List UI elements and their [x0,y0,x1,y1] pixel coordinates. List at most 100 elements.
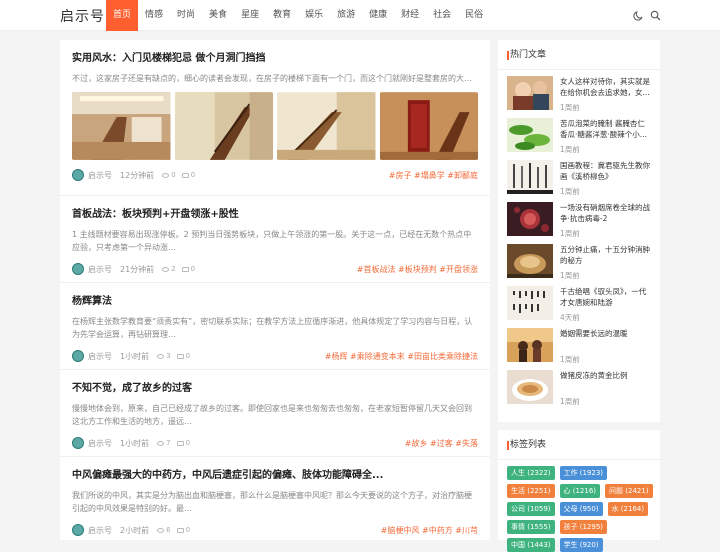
tag-link[interactable]: 公司 (1059) [507,502,555,516]
nav-item-home[interactable]: 首页 [106,0,139,31]
eye-icon [157,353,165,359]
hot-article-item[interactable]: 五分钟止痛，十五分钟消肿的秘方 1周前 [507,244,655,280]
hot-article-item[interactable]: 做猪皮冻的黄金比例 1周前 [507,370,655,406]
article-title[interactable]: 首板战法：板块预判+开盘领涨+股性 [72,208,478,222]
hot-article-item[interactable]: 国画教程：冀君驱先生教你画《溪桥柳色》 1周前 [507,160,655,196]
nav-item-folk[interactable]: 民俗 [458,0,490,31]
hot-article-time: 4天前 [560,313,580,322]
nav-item-food[interactable]: 美食 [202,0,234,31]
article-card[interactable]: 中风偏瘫最强大的中药方，中风后遗症引起的偏瘫、肢体功能障碍全... 我们所说的中… [60,457,490,540]
author-avatar [72,437,84,449]
nav-item-travel[interactable]: 旅游 [330,0,362,31]
article-tags[interactable]: #脑梗中风 #中药方 #川芎 [381,525,478,536]
article-meta: 启示号 21分钟前 2 0 #首板战法 #板块预判 #开盘领涨 [72,262,478,276]
tag-link[interactable]: 人生 (2322) [507,466,555,480]
hot-article-time: 1周前 [560,271,580,280]
site-logo[interactable]: 启示号 [60,6,105,26]
tag-link[interactable]: 父母 (950) [559,502,603,516]
article-card[interactable]: 实用风水：入门见楼梯犯忌 做个月洞门挡挡 不过，这家房子还是有缺点的，细心的读者… [60,40,490,196]
article-card[interactable]: 杨辉算法 在杨辉主张数学教育要“须责实有”，密切联系实际；在教学方法上应循序渐进… [60,283,490,370]
tag-link[interactable]: 工作 (1923) [559,466,608,480]
article-title[interactable]: 实用风水：入门见楼梯犯忌 做个月洞门挡挡 [72,52,478,66]
thumbnail-image[interactable] [174,92,274,160]
tag-link[interactable]: 水 (2164) [607,502,649,516]
hot-article-thumbnail[interactable] [507,244,553,278]
hot-article-item[interactable]: 苦瓜泡菜的腌制 酱腌杏仁香瓜·糖酱洋葱·酸辣个小... 1周前 [507,118,655,154]
nav-item-fashion[interactable]: 时尚 [170,0,202,31]
thumbnail-image[interactable] [72,92,171,160]
article-meta: 启示号 12分钟前 0 0 #房子 #塌鼻学 #卸鄙庭 [72,168,478,182]
tag-link[interactable]: 学生 (920) [559,538,603,552]
hot-article-thumbnail[interactable] [507,286,553,320]
hot-article-title[interactable]: 女人这样对待你，其实就是在给你机会去追求她，女... [560,76,652,98]
author-avatar [72,350,84,362]
article-tags[interactable]: #杨辉 #乘除通变本末 #田亩比类乘除捷法 [325,351,478,362]
hot-article-thumbnail[interactable] [507,76,553,110]
comment-icon [176,527,184,533]
search-icon[interactable] [650,10,661,21]
hot-article-item[interactable]: 婚姻需要长远的温暖 1周前 [507,328,655,364]
author-name[interactable]: 启示号 [88,438,112,449]
eye-icon [157,440,165,446]
eye-icon [157,527,165,533]
hot-articles-widget: 热门文章 女人这样对待你，其实就是在给你机会去追求她，女... 1周前 苦瓜泡菜… [498,40,660,422]
author-name[interactable]: 启示号 [88,525,112,536]
hot-article-title[interactable]: 做猪皮冻的黄金比例 [560,370,652,392]
nav-item-emotion[interactable]: 情感 [138,0,170,31]
article-excerpt: 慢慢地体会到，原来，自己已经成了故乡的过客。即使回家也是来也匆匆去也匆匆，在老家… [72,404,472,426]
moon-icon[interactable] [633,10,644,21]
thumbnail-image[interactable] [379,92,479,160]
hot-article-item[interactable]: 一场没有硝烟席卷全球的战争·抗击病毒-2 1周前 [507,202,655,238]
author-name[interactable]: 启示号 [88,170,112,181]
hot-article-item[interactable]: 千古绝唱《驭头凤》，一代才女唐婉和陆游 4天前 [507,286,655,322]
nav-item-entertainment[interactable]: 娱乐 [298,0,330,31]
tag-link[interactable]: 中国 (1443) [507,538,555,552]
hot-article-thumbnail[interactable] [507,328,553,362]
hot-article-title[interactable]: 千古绝唱《驭头凤》，一代才女唐婉和陆游 [560,286,652,308]
widget-title: 标签列表 [498,430,660,460]
tag-link[interactable]: 孩子 (1295) [559,520,608,534]
tag-link[interactable]: 事情 (1555) [507,520,555,534]
hot-article-time: 1周前 [560,397,580,406]
tag-link[interactable]: 问题 (2421) [605,484,653,498]
comment-icon [176,353,184,359]
article-card[interactable]: 不知不觉，成了故乡的过客 慢慢地体会到，原来，自己已经成了故乡的过客。即使回家也… [60,370,490,457]
comment-count: 0 [176,526,190,534]
view-count: 0 [162,171,176,179]
article-meta: 启示号 2小时前 6 0 #脑梗中风 #中药方 #川芎 [72,523,478,537]
article-card[interactable]: 首板战法：板块预判+开盘领涨+股性 1 主线题材要容易出现涨停板。2 预判当日强… [60,196,490,283]
hot-article-thumbnail[interactable] [507,202,553,236]
hot-article-title[interactable]: 苦瓜泡菜的腌制 酱腌杏仁香瓜·糖酱洋葱·酸辣个小... [560,118,652,140]
article-tags[interactable]: #故乡 #过客 #失落 [405,438,478,449]
hot-article-title[interactable]: 婚姻需要长远的温暖 [560,328,652,350]
hot-article-time: 1周前 [560,187,580,196]
article-excerpt: 在杨辉主张数学教育要“须责实有”，密切联系实际；在教学方法上应循序渐进，他具体规… [72,317,473,339]
nav-item-astrology[interactable]: 星座 [234,0,266,31]
article-title[interactable]: 中风偏瘫最强大的中药方，中风后遗症引起的偏瘫、肢体功能障碍全... [72,469,478,483]
nav-item-education[interactable]: 教育 [266,0,298,31]
hot-article-time: 1周前 [560,229,580,238]
tag-list-widget: 标签列表 人生 (2322) 工作 (1923) 生活 (2251) 心 (12… [498,430,660,552]
hot-article-thumbnail[interactable] [507,160,553,194]
thumbnail-image[interactable] [277,92,376,160]
nav-item-finance[interactable]: 财经 [394,0,426,31]
article-title[interactable]: 杨辉算法 [72,295,478,309]
tag-link[interactable]: 心 (1216) [559,484,601,498]
nav-item-society[interactable]: 社会 [426,0,458,31]
hot-article-title[interactable]: 五分钟止痛，十五分钟消肿的秘方 [560,244,652,266]
hot-article-thumbnail[interactable] [507,370,553,404]
comment-icon [181,172,189,178]
article-tags[interactable]: #房子 #塌鼻学 #卸鄙庭 [389,170,478,181]
comment-count: 0 [176,352,190,360]
article-title[interactable]: 不知不觉，成了故乡的过客 [72,382,478,396]
hot-article-item[interactable]: 女人这样对待你，其实就是在给你机会去追求她，女... 1周前 [507,76,655,112]
hot-article-title[interactable]: 国画教程：冀君驱先生教你画《溪桥柳色》 [560,160,652,182]
author-name[interactable]: 启示号 [88,351,112,362]
article-tags[interactable]: #首板战法 #板块预判 #开盘领涨 [357,264,478,275]
hot-article-thumbnail[interactable] [507,118,553,152]
nav-item-health[interactable]: 健康 [362,0,394,31]
comment-count: 0 [181,265,195,273]
tag-link[interactable]: 生活 (2251) [507,484,555,498]
hot-article-title[interactable]: 一场没有硝烟席卷全球的战争·抗击病毒-2 [560,202,652,224]
author-name[interactable]: 启示号 [88,264,112,275]
